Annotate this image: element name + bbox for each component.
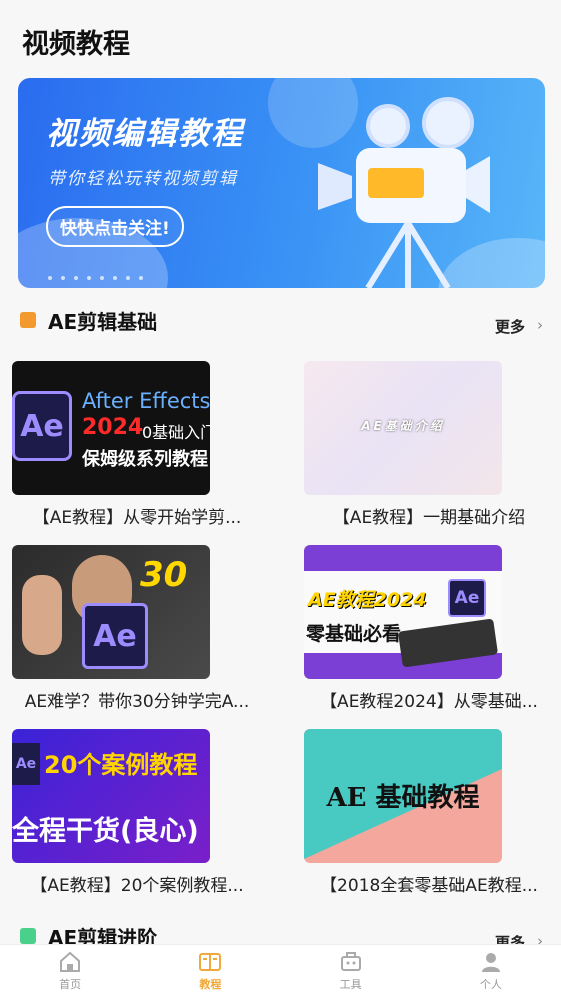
tab-label: 首页	[59, 978, 82, 991]
tab-label: 工具	[339, 978, 362, 991]
carousel-dots[interactable]	[48, 276, 143, 280]
video-caption: 【AE教程】一期基础介绍	[332, 508, 526, 528]
follow-button[interactable]: 快快点击关注!	[46, 206, 184, 247]
video-card[interactable]: AE教程2024 零基础必看 Ae 【AE教程2024】从零基础...	[304, 545, 561, 712]
tab-profile[interactable]: 个人	[421, 945, 561, 996]
thumb-text: 零基础必看	[306, 623, 402, 645]
thumb-text: AE 基础教程	[326, 783, 480, 813]
video-card[interactable]: Ae 30 AE难学？带你30分钟学完A...	[12, 545, 276, 712]
video-thumbnail[interactable]: AE 基础教程	[304, 729, 502, 863]
video-thumbnail[interactable]: AE教程2024 零基础必看 Ae	[304, 545, 502, 679]
section-title: AE剪辑基础	[48, 310, 158, 334]
video-card[interactable]: Ae After Effects 2024 0基础入门 保姆级系列教程 【AE教…	[12, 361, 276, 528]
thumb-text: 全程干货(良心)	[12, 816, 199, 847]
video-card[interactable]: AE基础介绍 【AE教程】一期基础介绍	[304, 361, 561, 528]
tab-home[interactable]: 首页	[0, 945, 140, 996]
thumb-text: 2024	[82, 415, 144, 440]
thumb-text: AE教程2024	[308, 589, 427, 611]
thumb-text: 保姆级系列教程	[82, 449, 208, 470]
section-header-ae-basics: AE剪辑基础 更多 ›	[18, 306, 545, 336]
video-caption: AE难学？带你30分钟学完A...	[24, 692, 250, 712]
video-thumbnail[interactable]: Ae After Effects 2024 0基础入门 保姆级系列教程	[12, 361, 210, 495]
thumb-text: AE基础介绍	[361, 419, 445, 433]
more-link[interactable]: 更多	[495, 316, 525, 337]
video-thumbnail[interactable]: AE基础介绍	[304, 361, 502, 495]
tab-label: 教程	[199, 978, 222, 991]
banner-carousel[interactable]: 视频编辑教程 带你轻松玩转视频剪辑 快快点击关注!	[18, 78, 545, 288]
tab-label: 个人	[479, 978, 502, 991]
page-title: 视频教程	[22, 29, 130, 60]
thumb-text: After Effects	[82, 389, 210, 413]
tab-tutorials[interactable]: 教程	[140, 945, 280, 996]
person-icon	[481, 953, 500, 972]
home-icon	[60, 951, 81, 972]
tab-tools[interactable]: 工具	[281, 945, 421, 996]
video-thumbnail[interactable]: Ae 20个案例教程 全程干货(良心)	[12, 729, 210, 863]
video-caption: 【AE教程】从零开始学剪...	[32, 508, 242, 528]
video-thumbnail[interactable]: Ae 30	[12, 545, 210, 679]
chevron-right-icon[interactable]: ›	[537, 316, 543, 334]
thumb-text: 20个案例教程	[44, 751, 198, 779]
section-icon	[20, 312, 36, 328]
video-caption: 【AE教程2024】从零基础...	[320, 692, 538, 712]
book-icon	[199, 953, 222, 971]
banner-subtitle: 带你轻松玩转视频剪辑	[48, 169, 238, 189]
video-card[interactable]: Ae 20个案例教程 全程干货(良心) 【AE教程】20个案例教程...	[12, 729, 276, 896]
thumb-text: 0基础入门	[142, 423, 210, 442]
toolbox-icon	[340, 952, 361, 971]
video-card[interactable]: AE 基础教程 【2018全套零基础AE教程...	[304, 729, 561, 896]
section-icon	[20, 928, 36, 944]
banner-title: 视频编辑教程	[46, 116, 244, 152]
video-camera-icon	[318, 97, 490, 288]
video-caption: 【2018全套零基础AE教程...	[320, 876, 538, 896]
thumb-text: 30	[140, 555, 188, 595]
bottom-tab-bar: 首页 教程 工具 个人	[0, 944, 561, 996]
video-caption: 【AE教程】20个案例教程...	[30, 876, 244, 896]
